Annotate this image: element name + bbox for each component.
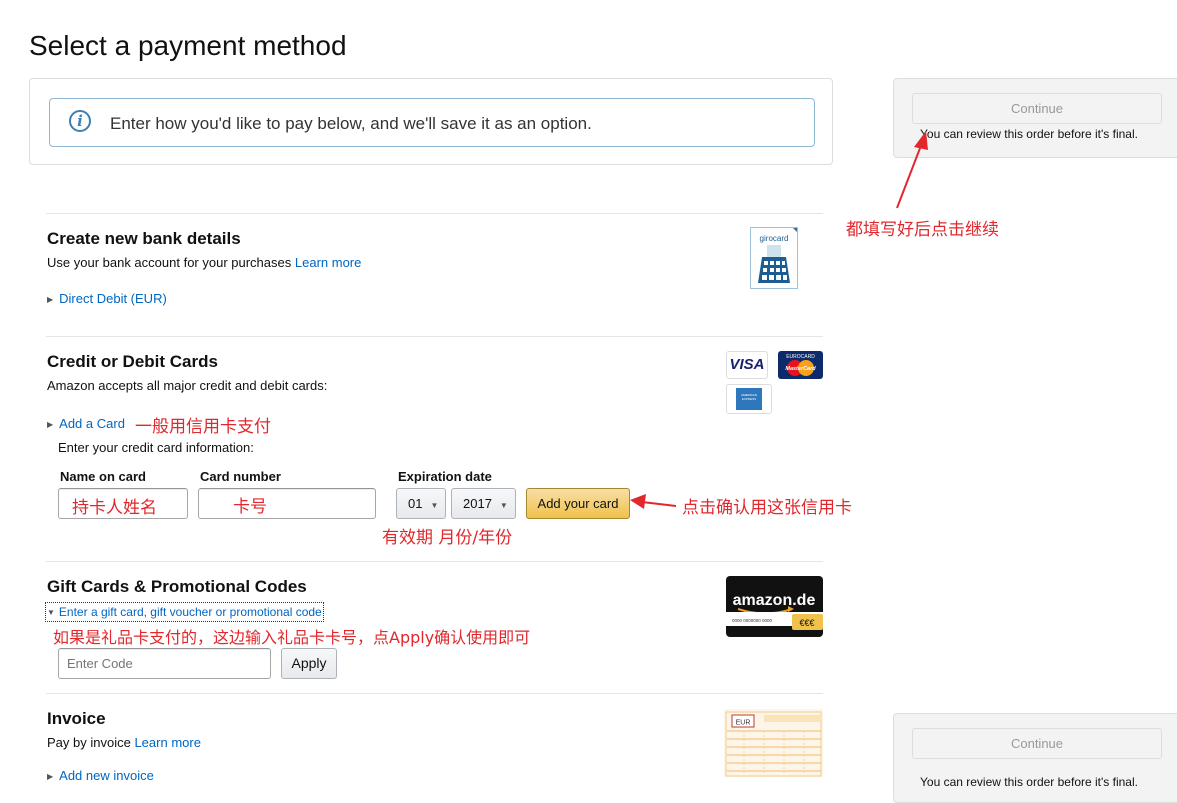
section-divider: [46, 336, 823, 337]
invoice-section-subtitle: Pay by invoice Learn more: [47, 735, 201, 750]
add-invoice-option[interactable]: ▶ Add new invoice: [47, 767, 154, 785]
expand-caret-icon: ▶: [47, 420, 54, 429]
info-box: i Enter how you'd like to pay below, and…: [29, 78, 833, 165]
apply-button[interactable]: Apply: [281, 648, 337, 679]
amazon-gift-card-logo: amazon.de 0000 0000000 0000 €€€: [726, 576, 823, 637]
amex-logo: AMERICAN EXPRESS: [726, 384, 772, 414]
info-banner: i Enter how you'd like to pay below, and…: [49, 98, 815, 147]
visa-text: VISA: [729, 356, 765, 373]
page-title: Select a payment method: [29, 30, 347, 61]
continue-button[interactable]: Continue: [912, 93, 1162, 124]
invoice-learn-more-link[interactable]: Learn more: [134, 735, 200, 750]
invoice-subtitle-text: Pay by invoice: [47, 735, 131, 750]
review-note-bottom: You can review this order before it's fi…: [920, 775, 1138, 789]
bank-section-title: Create new bank details: [47, 229, 241, 248]
annotation-continue: 都填写好后点击继续: [846, 220, 999, 240]
annotation-card: 一般用信用卡支付: [135, 417, 271, 437]
direct-debit-option[interactable]: ▶ Direct Debit (EUR): [47, 290, 167, 308]
annotation-gift: 如果是礼品卡支付的，这边输入礼品卡卡号，点Apply确认使用即可: [53, 628, 531, 647]
eurocard-text: EUROCARD: [786, 354, 815, 360]
amex-text: AMERICAN EXPRESS: [736, 388, 762, 410]
continue-button-bottom[interactable]: Continue: [912, 728, 1162, 759]
info-banner-text: Enter how you'd like to pay below, and w…: [110, 114, 592, 133]
expiry-month-value: 01: [408, 496, 423, 511]
gift-code-toggle[interactable]: ▼ Enter a gift card, gift voucher or prom…: [45, 602, 324, 622]
chevron-down-icon: ▼: [499, 501, 508, 510]
annotation-name: 持卡人姓名: [72, 498, 157, 518]
invoice-section-title: Invoice: [47, 709, 106, 728]
collapse-caret-icon: ▼: [47, 608, 55, 617]
gift-code-link[interactable]: Enter a gift card, gift voucher or promo…: [59, 605, 322, 619]
annotation-arrow-confirm: [630, 494, 677, 509]
add-card-link[interactable]: Add a Card: [59, 416, 125, 431]
direct-debit-link[interactable]: Direct Debit (EUR): [59, 291, 167, 306]
name-on-card-label: Name on card: [60, 469, 146, 484]
expiration-label: Expiration date: [398, 469, 492, 484]
section-divider: [46, 561, 823, 562]
section-divider: [46, 213, 823, 214]
mastercard-text: MasterCard: [785, 366, 816, 372]
name-on-card-input[interactable]: 持卡人姓名: [58, 488, 188, 519]
girocard-logo: girocard: [750, 227, 798, 289]
section-divider: [46, 693, 823, 694]
mastercard-logo: EUROCARD MasterCard: [778, 351, 823, 379]
invoice-logo-text: EUR: [736, 720, 751, 727]
card-number-input[interactable]: 卡号: [198, 488, 376, 519]
cards-section-subtitle: Amazon accepts all major credit and debi…: [47, 378, 328, 393]
visa-logo: VISA: [726, 351, 768, 379]
chevron-down-icon: ▼: [430, 501, 439, 510]
card-instruction: Enter your credit card information:: [58, 440, 254, 455]
girocard-text: girocard: [760, 234, 789, 243]
add-your-card-button[interactable]: Add your card: [526, 488, 630, 519]
order-summary-panel-bottom: Continue You can review this order befor…: [893, 713, 1177, 803]
gift-section-title: Gift Cards & Promotional Codes: [47, 577, 307, 596]
add-invoice-link[interactable]: Add new invoice: [59, 768, 154, 783]
expiry-year-value: 2017: [463, 496, 492, 511]
annotation-confirm: 点击确认用这张信用卡: [682, 498, 852, 518]
expiry-month-select[interactable]: 01 ▼: [396, 488, 446, 519]
bank-section-subtitle: Use your bank account for your purchases…: [47, 255, 361, 270]
annotation-expiry: 有效期 月份/年份: [382, 528, 513, 548]
expiry-year-select[interactable]: 2017 ▼: [451, 488, 516, 519]
amazon-logo-text: amazon.de: [733, 592, 816, 609]
annotation-number: 卡号: [233, 497, 267, 517]
annotation-arrow-continue: [896, 131, 928, 209]
bank-subtitle-text: Use your bank account for your purchases: [47, 255, 292, 270]
card-number-label: Card number: [200, 469, 281, 484]
bank-learn-more-link[interactable]: Learn more: [295, 255, 361, 270]
expand-caret-icon: ▶: [47, 295, 54, 304]
review-note: You can review this order before it's fi…: [920, 127, 1138, 141]
add-card-toggle[interactable]: ▶ Add a Card: [47, 415, 125, 433]
cards-section-title: Credit or Debit Cards: [47, 352, 218, 371]
gift-code-input[interactable]: [58, 648, 271, 679]
info-icon: i: [69, 110, 91, 132]
gift-card-number: 0000 0000000 0000: [732, 618, 773, 623]
expand-caret-icon: ▶: [47, 772, 54, 781]
gift-card-badge: €€€: [799, 618, 814, 628]
invoice-logo: EUR: [724, 709, 823, 777]
